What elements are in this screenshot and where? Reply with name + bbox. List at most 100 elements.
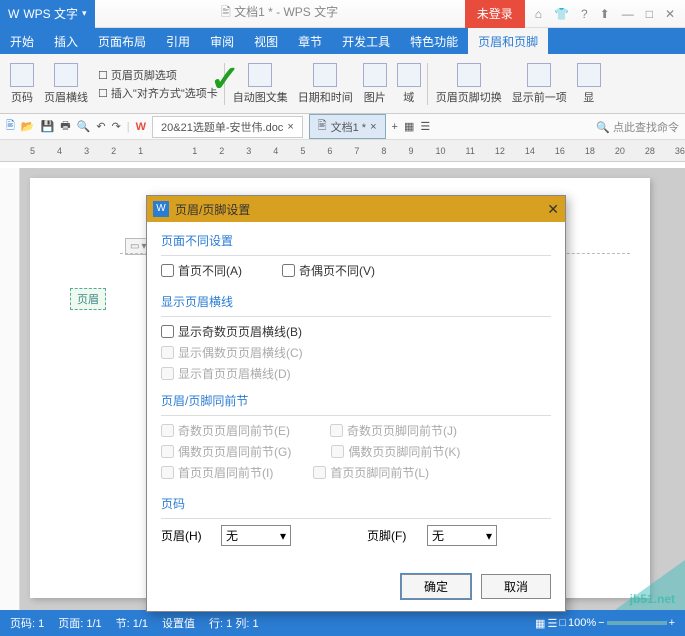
autotext-icon (248, 63, 272, 87)
close-tab-icon[interactable]: × (287, 121, 293, 133)
tab-header-footer[interactable]: 页眉和页脚 (468, 28, 548, 54)
app-name: WPS 文字 (23, 5, 78, 22)
zoom-controls: ▦ ☰ □ 100% − + (535, 617, 675, 630)
status-page[interactable]: 页码: 1 (10, 615, 44, 631)
picture-icon (363, 63, 387, 87)
chevron-down-icon: ▾ (280, 529, 286, 543)
close-tab-icon[interactable]: × (370, 121, 376, 133)
maximize-icon[interactable]: □ (646, 7, 653, 21)
group-page-diff-title: 页面不同设置 (161, 232, 551, 249)
app-logo[interactable]: W WPS 文字 ▾ (0, 0, 95, 28)
hf-switch-button[interactable]: 页眉页脚切换 (427, 63, 506, 105)
picture-button[interactable]: 图片 (359, 63, 391, 105)
zoom-in-button[interactable]: + (669, 617, 675, 629)
dialog-close-button[interactable]: ✕ (547, 201, 559, 218)
header-line-button[interactable]: 页眉横线 (40, 63, 92, 105)
wps-w-icon[interactable]: W (136, 121, 146, 133)
tab-developer[interactable]: 开发工具 (332, 28, 400, 54)
zoom-slider[interactable] (607, 621, 667, 625)
window-title: 🖹 文档1 * - WPS 文字 (95, 3, 465, 24)
minimize-icon[interactable]: — (622, 7, 634, 21)
show-next-button[interactable]: 显 (573, 63, 605, 105)
preview-icon[interactable]: 🔍 (77, 120, 91, 133)
header-pagenum-label: 页眉(H) (161, 527, 213, 544)
status-page-count[interactable]: 页面: 1/1 (58, 615, 101, 631)
page-number-button[interactable]: 页码 (6, 63, 38, 105)
ok-button[interactable]: 确定 (401, 574, 471, 599)
quick-access-bar: 🖹 📂 💾 🖶 🔍 ↶ ↷ | W 20&21选题单-安世伟.doc× 🖹文档1… (0, 114, 685, 140)
tab-references[interactable]: 引用 (156, 28, 200, 54)
footer-pagenum-label: 页脚(F) (367, 527, 419, 544)
dialog-title-bar[interactable]: W 页眉/页脚设置 ✕ (147, 196, 565, 222)
tab-review[interactable]: 审阅 (200, 28, 244, 54)
chevron-down-icon: ▾ (82, 8, 87, 19)
tab-start[interactable]: 开始 (0, 28, 44, 54)
show-prev-button[interactable]: 显示前一项 (508, 63, 571, 105)
watermark-text: jb51.net (630, 592, 675, 606)
horizontal-ruler[interactable]: 54321123456789101112141618202836 (0, 140, 685, 162)
view-mode-icon[interactable]: ▦ (535, 617, 545, 630)
doc-icon: 🖹 (221, 5, 234, 19)
header-pagenum-select[interactable]: 无▾ (221, 525, 291, 546)
group-header-line-title: 显示页眉横线 (161, 293, 551, 310)
zoom-level[interactable]: 100% (568, 617, 596, 629)
view-mode-icon[interactable]: ☰ (547, 617, 557, 630)
first-page-diff-checkbox[interactable]: 首页不同(A) (161, 262, 242, 279)
field-icon (397, 63, 421, 87)
header-line-icon (54, 63, 78, 87)
redo-icon[interactable]: ↷ (112, 120, 121, 133)
menu-tabs: 开始 插入 页面布局 引用 审阅 视图 章节 开发工具 特色功能 页眉和页脚 (0, 28, 685, 54)
even-header-prev-checkbox: 偶数页页眉同前节(G) (161, 443, 291, 460)
zoom-out-button[interactable]: − (598, 617, 604, 629)
save-icon[interactable]: 💾 (41, 120, 55, 133)
dialog-title: 页眉/页脚设置 (175, 201, 250, 218)
header-footer-options-button[interactable]: ☐ 页眉页脚选项 (98, 67, 218, 83)
datetime-button[interactable]: 日期和时间 (294, 63, 357, 105)
tab-chapter[interactable]: 章节 (288, 28, 332, 54)
login-button[interactable]: 未登录 (465, 0, 525, 28)
bar-icon[interactable]: ☰ (420, 120, 430, 133)
vertical-ruler[interactable] (0, 168, 20, 610)
cancel-button[interactable]: 取消 (481, 574, 551, 599)
tab-pagelayout[interactable]: 页面布局 (88, 28, 156, 54)
footer-pagenum-select[interactable]: 无▾ (427, 525, 497, 546)
odd-header-prev-checkbox: 奇数页页眉同前节(E) (161, 422, 290, 439)
ribbon: 页码 页眉横线 ☐ 页眉页脚选项 ☐ 插入"对齐方式"选项卡 自动图文集 日期和… (0, 54, 685, 114)
insert-align-tab-button[interactable]: ☐ 插入"对齐方式"选项卡 (98, 85, 218, 101)
odd-even-diff-checkbox[interactable]: 奇偶页不同(V) (282, 262, 375, 279)
header-footer-settings-dialog: W 页眉/页脚设置 ✕ 页面不同设置 首页不同(A) 奇偶页不同(V) 显示页眉… (146, 195, 566, 612)
doc-tab-1[interactable]: 20&21选题单-安世伟.doc× (152, 116, 303, 138)
odd-header-line-checkbox[interactable]: 显示奇数页页眉横线(B) (161, 323, 551, 340)
status-bar: 页码: 1 页面: 1/1 节: 1/1 设置值 行: 1 列: 1 ▦ ☰ □… (0, 610, 685, 636)
status-rowcol: 行: 1 列: 1 (209, 615, 259, 631)
ribbon-toggle-icon[interactable]: ⬆ (600, 7, 610, 21)
add-tab-icon[interactable]: + (392, 121, 398, 133)
next-icon (577, 63, 601, 87)
wps-icon: W (8, 7, 19, 21)
close-icon[interactable]: ✕ (665, 7, 675, 21)
chevron-down-icon: ▾ (486, 529, 492, 543)
command-search[interactable]: 🔍 点此查找命令 (596, 119, 679, 135)
undo-icon[interactable]: ↶ (96, 120, 105, 133)
tab-view[interactable]: 视图 (244, 28, 288, 54)
view-mode-icon[interactable]: □ (559, 617, 566, 629)
grid-icon[interactable]: ▦ (404, 120, 414, 133)
tab-feature[interactable]: 特色功能 (400, 28, 468, 54)
field-button[interactable]: 域 (393, 63, 425, 105)
even-header-line-checkbox: 显示偶数页页眉横线(C) (161, 344, 551, 361)
print-icon[interactable]: 🖶 (60, 117, 70, 136)
window-controls: ⌂ 👕 ? ⬆ — □ ✕ (525, 7, 685, 21)
odd-footer-prev-checkbox: 奇数页页脚同前节(J) (330, 422, 457, 439)
title-bar: W WPS 文字 ▾ 🖹 文档1 * - WPS 文字 未登录 ⌂ 👕 ? ⬆ … (0, 0, 685, 28)
help-icon[interactable]: ? (581, 7, 588, 21)
open-icon[interactable]: 📂 (21, 120, 35, 133)
status-section[interactable]: 节: 1/1 (116, 615, 148, 631)
tab-insert[interactable]: 插入 (44, 28, 88, 54)
header-label: 页眉 (70, 288, 106, 310)
new-doc-icon[interactable]: 🖹 (6, 117, 15, 136)
calendar-icon (313, 63, 337, 87)
skin-icon[interactable]: ⌂ (535, 7, 542, 21)
status-cursor: 设置值 (162, 615, 195, 631)
doc-tab-2[interactable]: 🖹文档1 *× (309, 114, 386, 139)
shirt-icon[interactable]: 👕 (554, 7, 569, 21)
